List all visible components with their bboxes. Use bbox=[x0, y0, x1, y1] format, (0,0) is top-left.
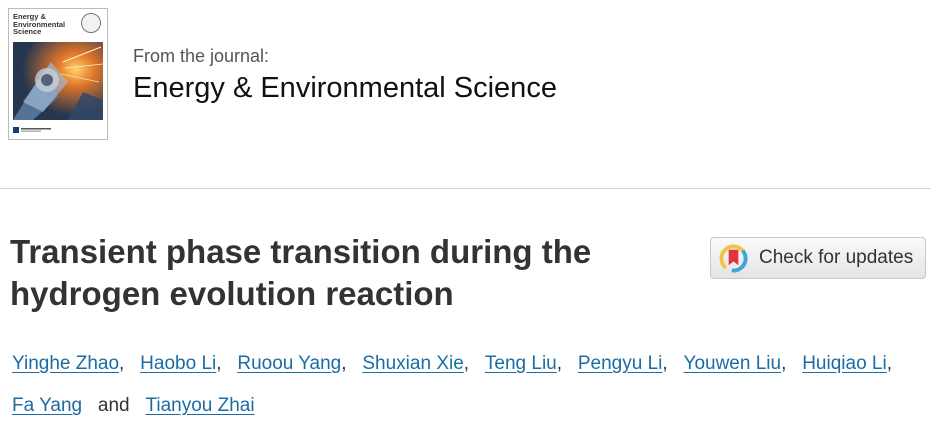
cover-title: Energy & Environmental Science bbox=[13, 13, 73, 36]
from-journal-label: From the journal: bbox=[133, 46, 270, 66]
article-title: Transient phase transition during the hy… bbox=[10, 231, 690, 315]
author-link[interactable]: Youwen Liu bbox=[684, 353, 782, 374]
author-separator: , bbox=[662, 353, 668, 374]
author-separator: , bbox=[886, 353, 892, 374]
journal-header: Energy & Environmental Science From the … bbox=[0, 0, 931, 189]
article-title-line-2: hydrogen evolution reaction bbox=[10, 275, 454, 312]
author-link[interactable]: Fa Yang bbox=[12, 395, 82, 416]
journal-title-link[interactable]: Energy & Environmental Science bbox=[133, 72, 557, 104]
cover-title-line: Science bbox=[13, 27, 42, 36]
author-list: Yinghe Zhao, Haobo Li, Ruoou Yang, Shuxi… bbox=[12, 353, 927, 437]
crossmark-icon bbox=[719, 244, 748, 273]
author-link[interactable]: Tianyou Zhai bbox=[145, 395, 254, 416]
author-link[interactable]: Huiqiao Li bbox=[802, 353, 887, 374]
author-separator: , bbox=[119, 353, 125, 374]
author-conjunction: and bbox=[97, 395, 130, 416]
author-link[interactable]: Haobo Li bbox=[140, 353, 216, 374]
author-line: Yinghe Zhao, Haobo Li, Ruoou Yang, Shuxi… bbox=[12, 353, 927, 395]
author-link[interactable]: Shuxian Xie bbox=[362, 353, 463, 374]
author-link[interactable]: Pengyu Li bbox=[578, 353, 663, 374]
cover-badge-icon bbox=[81, 13, 101, 33]
cover-publisher-logo bbox=[13, 127, 51, 133]
author-separator: , bbox=[463, 353, 470, 374]
check-for-updates-label: Check for updates bbox=[759, 247, 914, 268]
check-for-updates-button[interactable]: Check for updates bbox=[710, 237, 926, 279]
author-link[interactable]: Yinghe Zhao bbox=[12, 353, 119, 374]
journal-cover-image[interactable]: Energy & Environmental Science bbox=[8, 8, 108, 140]
author-link[interactable]: Teng Liu bbox=[485, 353, 557, 374]
author-line: Fa Yang and Tianyou Zhai bbox=[12, 395, 927, 437]
author-link[interactable]: Ruoou Yang bbox=[237, 353, 341, 374]
author-separator: , bbox=[781, 353, 787, 374]
header-divider bbox=[0, 188, 931, 189]
author-separator: , bbox=[556, 353, 563, 374]
cover-artwork bbox=[13, 42, 103, 120]
journal-title: Energy & Environmental Science bbox=[133, 72, 557, 105]
author-separator: , bbox=[341, 353, 347, 374]
author-separator: , bbox=[216, 353, 222, 374]
article-title-line-1: Transient phase transition during the bbox=[10, 233, 592, 270]
